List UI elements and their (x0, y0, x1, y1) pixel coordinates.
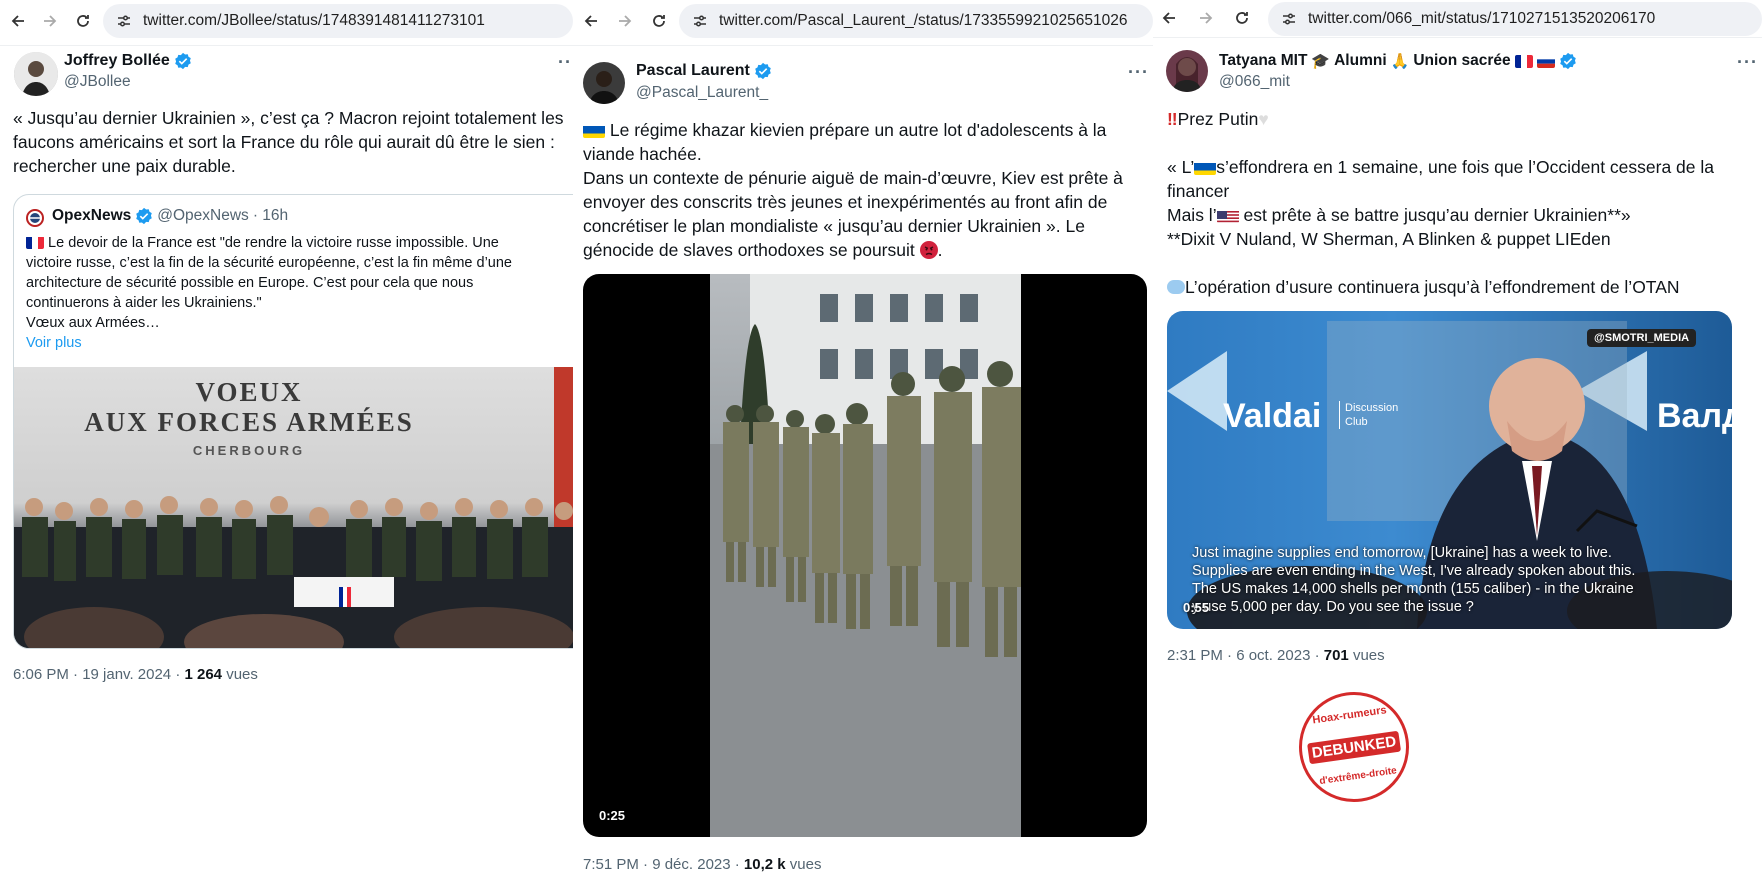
view-count: 1 264 (184, 666, 223, 683)
back-arrow-icon[interactable] (6, 9, 30, 33)
url-text: twitter.com/Pascal_Laurent_/status/17335… (719, 12, 1128, 29)
video-duration: 0:25 (599, 808, 626, 823)
browser-toolbar: twitter.com/066_mit/status/1710271513520… (1153, 0, 1762, 38)
graduation-cap-icon: 🎓 (1311, 53, 1331, 70)
debunked-stamp: Hoax-rumeurs DEBUNKED d'extrême-droite (1291, 684, 1417, 810)
author-name[interactable]: Joffrey Bollée (64, 52, 192, 70)
ceremony-photo[interactable]: VOEUX AUX FORCES ARMÉES CHERBOURG (14, 367, 573, 648)
browser-toolbar: twitter.com/Pascal_Laurent_/status/17335… (573, 0, 1153, 46)
tweet-text: « Jusqu’au dernier Ukrainien », c’est ça… (13, 106, 564, 178)
more-options-icon[interactable]: ··· (1128, 62, 1149, 83)
quote-author-handle[interactable]: @OpexNews (157, 207, 249, 225)
quoted-tweet-card[interactable]: OpexNews @OpexNews · 16h Le devoir de la… (13, 194, 573, 649)
tweet-text: ‼Prez Putin♥ « L’ s’effondrera en 1 semai… (1167, 107, 1714, 299)
valdai-logo-text: Valdai (1223, 397, 1322, 435)
quote-author-name[interactable]: OpexNews (52, 207, 131, 225)
author-handle[interactable]: @JBollee (64, 73, 131, 91)
site-settings-icon[interactable] (691, 12, 709, 30)
verified-badge-icon (1559, 52, 1576, 70)
tweet-text-line: envoyer des conscrits très jeunes et ine… (583, 192, 1108, 212)
avatar[interactable] (14, 52, 58, 96)
tweet-text-line: Mais l’ est prête à se battre jusqu’au d… (1167, 205, 1631, 225)
soldiers-crowd (14, 496, 573, 648)
author-handle[interactable]: @066_mit (1219, 73, 1290, 91)
video-player[interactable]: @SMOTRI_MEDIA Valdai Discussion Club Вал… (1167, 311, 1732, 629)
usa-flag-icon (1216, 208, 1239, 223)
address-bar[interactable]: twitter.com/Pascal_Laurent_/status/17335… (679, 4, 1153, 38)
tweet-text-line: faucons américains et sort la France du … (13, 132, 555, 152)
view-count: 701 (1323, 647, 1349, 664)
tweet-text-line: financer (1167, 181, 1230, 201)
video-frame-soldiers (710, 274, 1021, 837)
tweet-panel-bollee: twitter.com/JBollee/status/1748391481411… (0, 0, 573, 879)
author-handle[interactable]: @Pascal_Laurent_ (636, 84, 768, 102)
tweet-meta: 6:06 PM · 19 janv. 2024 · 1 264 vues (13, 666, 258, 683)
tweet-panel-tatyana: twitter.com/066_mit/status/1710271513520… (1153, 0, 1762, 879)
tweet-text-line: rechercher une paix durable. (13, 156, 236, 176)
tweet-text-line: Le régime khazar kievien prépare un autr… (583, 118, 1123, 142)
quote-time: · 16h (252, 207, 289, 224)
tweet-text-line: **Dixit V Nuland, W Sherman, A Blinken &… (1167, 229, 1611, 249)
url-text: twitter.com/066_mit/status/1710271513520… (1308, 10, 1656, 27)
video-subtitles: Just imagine supplies end tomorrow, [Ukr… (1192, 545, 1636, 615)
verified-badge-icon (755, 62, 771, 80)
ukraine-flag-icon (1194, 160, 1217, 175)
author-name[interactable]: Pascal Laurent (636, 62, 772, 80)
france-flag-icon (26, 236, 44, 249)
verified-badge-icon (175, 52, 191, 70)
tweet-text-line: L’opération d’usure continuera jusqu’à l… (1167, 275, 1714, 299)
praying-hands-icon: 🙏 (1390, 53, 1410, 70)
see-more-link[interactable]: Voir plus (26, 333, 512, 353)
site-settings-icon[interactable] (1280, 10, 1298, 28)
speech-bubble-icon (1167, 280, 1185, 294)
video-duration: 0:55 (1183, 600, 1210, 615)
photo-banner-subtitle: AUX FORCES ARMÉES (84, 407, 414, 437)
reload-icon[interactable] (647, 9, 671, 33)
forward-arrow-icon[interactable] (38, 9, 62, 33)
angry-face-icon (919, 241, 938, 259)
verified-badge-icon (136, 207, 153, 225)
tweet-text-line: génocide de slaves orthodoxes se poursui… (583, 240, 943, 260)
tweet-panel-laurent: twitter.com/Pascal_Laurent_/status/17335… (573, 0, 1153, 879)
avatar[interactable] (1166, 50, 1208, 92)
tweet-meta: 2:31 PM · 6 oct. 2023 · 701 vues (1167, 647, 1385, 664)
double-exclamation-icon: ‼ (1167, 109, 1178, 129)
tweet-text-line: viande hachée. (583, 144, 702, 164)
forward-arrow-icon[interactable] (613, 9, 637, 33)
video-player[interactable]: 0:25 (583, 274, 1147, 837)
white-heart-icon: ♥ (1258, 109, 1269, 129)
tweet-text-line: Dans un contexte de pénurie aiguë de mai… (583, 168, 1123, 188)
tweet-text-line: ‼Prez Putin♥ (1167, 109, 1269, 129)
reload-icon[interactable] (1230, 6, 1254, 30)
ukraine-flag-icon (583, 123, 605, 138)
site-settings-icon[interactable] (115, 12, 133, 30)
quote-text: Le devoir de la France est "de rendre la… (26, 235, 512, 353)
video-watermark: @SMOTRI_MEDIA (1587, 329, 1697, 347)
forward-arrow-icon[interactable] (1194, 6, 1218, 30)
avatar[interactable] (583, 62, 625, 104)
quote-avatar (26, 209, 44, 227)
back-arrow-icon[interactable] (1157, 6, 1181, 30)
valdai-logo-text-ru: Валдa (1657, 397, 1732, 435)
address-bar[interactable]: twitter.com/066_mit/status/1710271513520… (1268, 2, 1762, 36)
url-text: twitter.com/JBollee/status/1748391481411… (143, 12, 485, 29)
tweet-text-line: concrétiser le plan mondialiste « jusqu’… (583, 216, 1085, 236)
view-count: 10,2 k (743, 856, 786, 873)
photo-banner-location: CHERBOURG (192, 443, 306, 458)
browser-toolbar: twitter.com/JBollee/status/1748391481411… (0, 0, 573, 46)
russia-flag-icon (1536, 54, 1555, 68)
back-arrow-icon[interactable] (579, 9, 603, 33)
tweet-text: Le régime khazar kievien prépare un autr… (583, 118, 1123, 262)
tweet-meta: 7:51 PM · 9 déc. 2023 · 10,2 k vues (583, 856, 822, 873)
tweet-text-line: « Jusqu’au dernier Ukrainien », c’est ça… (13, 108, 564, 128)
france-flag-icon (1514, 54, 1533, 68)
more-options-icon[interactable]: ··· (1737, 52, 1758, 73)
reload-icon[interactable] (71, 9, 95, 33)
author-name[interactable]: Tatyana MIT 🎓 Alumni 🙏 Union sacrée (1219, 52, 1577, 70)
valdai-club-label: Discussion Club (1339, 401, 1398, 429)
tweet-text-line: « L’ s’effondrera en 1 semaine, une fois … (1167, 157, 1715, 177)
photo-banner-title: VOEUX (195, 377, 303, 407)
address-bar[interactable]: twitter.com/JBollee/status/1748391481411… (103, 4, 573, 38)
more-options-icon[interactable]: ··· (558, 52, 573, 73)
